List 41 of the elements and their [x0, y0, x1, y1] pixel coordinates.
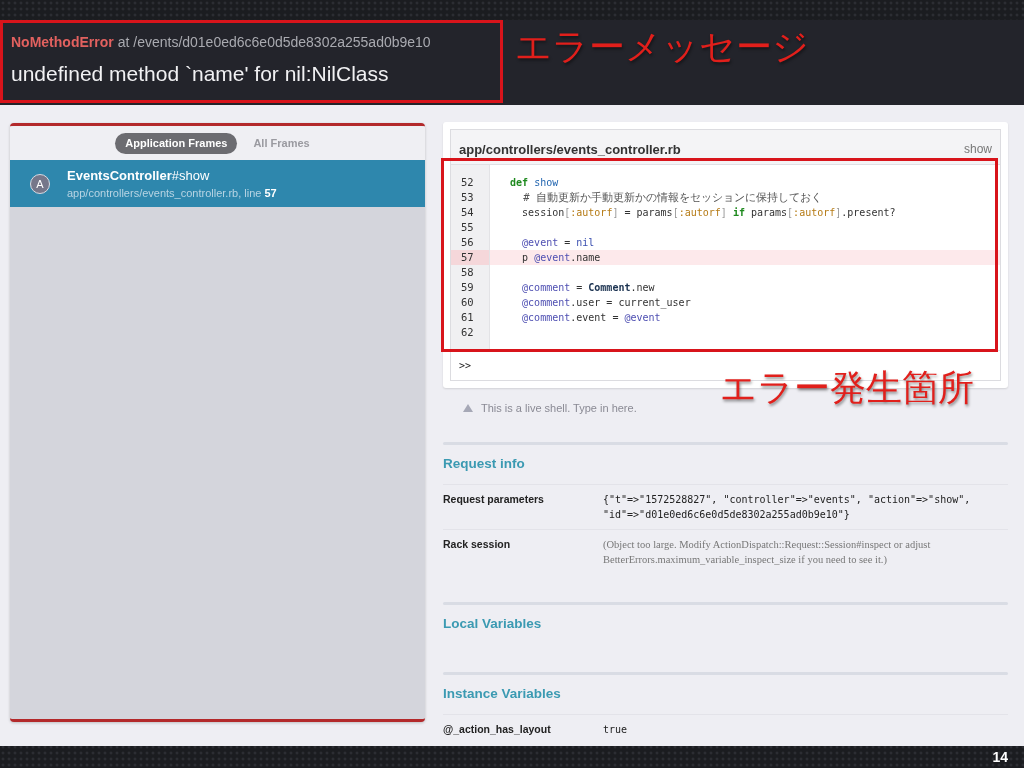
frame-type-badge: A [30, 173, 50, 194]
line-number: 57 [451, 250, 489, 265]
frame-method: EventsController#show [67, 166, 211, 184]
section-title: Local Variables [443, 615, 543, 633]
code-line: @event = nil [521, 236, 596, 250]
frame-item[interactable]: A EventsController#show app/controllers/events_controller.rb, line 57 [10, 160, 425, 207]
code-line: def show [509, 176, 560, 190]
file-path: app/controllers/events_controller.rb [459, 141, 681, 157]
variable-name: Request parameters [443, 492, 545, 507]
shell-hint: This is a live shell. Type in here. [481, 402, 637, 414]
line-number: 53 [460, 190, 475, 205]
section-title: Instance Variables [443, 685, 562, 703]
variable-name: Rack session [443, 537, 512, 552]
line-number: 58 [460, 265, 475, 280]
line-number: 60 [460, 295, 475, 310]
code-line: # 自動更新か手動更新かの情報をセッションに保持しておく [522, 190, 823, 205]
line-number: 54 [460, 205, 475, 220]
code-line: session[:autorf] = params[:autorf] if params[:autorf].present? [521, 206, 897, 220]
method-name: show [964, 142, 992, 156]
triangle-icon [463, 404, 473, 412]
annotation-label: エラーメッセージ [515, 25, 809, 69]
frames-tab[interactable]: Application Frames [115, 132, 238, 154]
line-number: 62 [460, 325, 475, 340]
slide-number: 14 [992, 749, 1008, 765]
line-number: 55 [460, 220, 475, 235]
code-line: @comment.event = @event [521, 311, 662, 325]
frame-location: app/controllers/events_controller.rb, line 57 [67, 185, 277, 201]
variable-value: {"t"=>"1572528827", "controller"=>"events", "action"=>"show", "id"=>"d01e0ed6c6e0d5de8302a255ad0b9e10"} [603, 493, 972, 522]
code-line: @comment = Comment.new [521, 281, 656, 295]
variable-value: true [603, 723, 629, 737]
variable-name: @_action_has_layout [443, 722, 552, 737]
section-title: Request info [443, 455, 526, 473]
exception-name: NoMethodError [11, 33, 114, 51]
line-number: 52 [460, 175, 475, 190]
request-path: at /events/d01e0ed6c6e0d5de8302a255ad0b9e10 [117, 33, 431, 51]
code-line: @comment.user = current_user [521, 296, 692, 310]
error-message: undefined method `name' for nil:NilClass [11, 61, 390, 87]
line-number: 59 [460, 280, 475, 295]
variable-value: (Object too large. Modify ActionDispatch::Request::Session#inspect or adjust BetterErrors.maximum_variable_inspect_size if you need to see it.) [603, 538, 932, 567]
line-number: 61 [460, 310, 475, 325]
line-number: 56 [460, 235, 475, 250]
